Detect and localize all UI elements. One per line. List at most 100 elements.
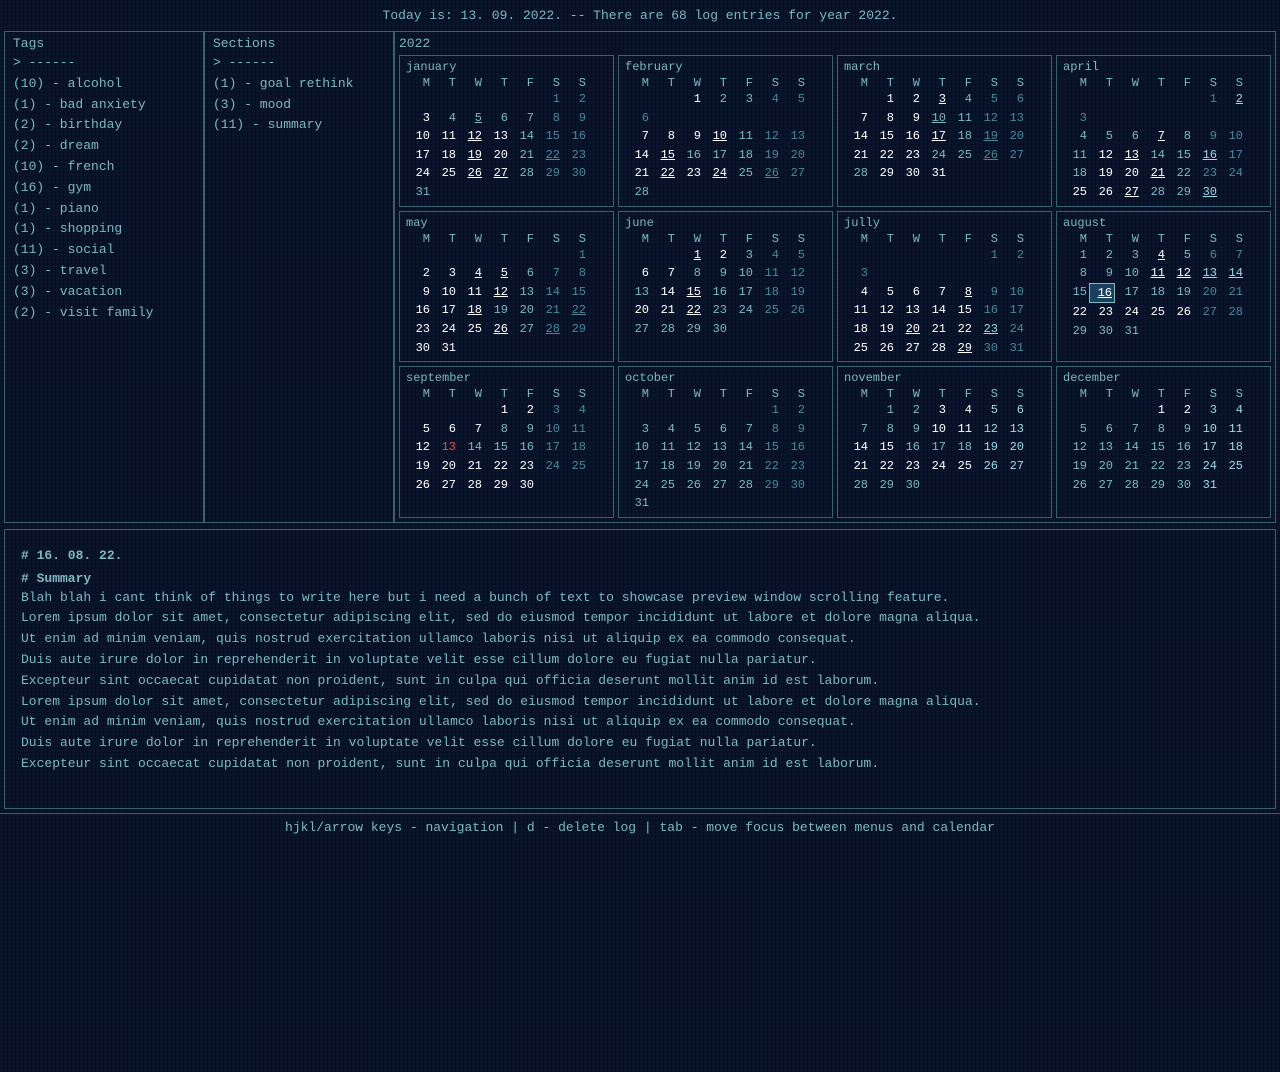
tag-item[interactable]: (2) - birthday: [13, 115, 195, 136]
cal-day[interactable]: 23: [1089, 303, 1115, 322]
cal-day[interactable]: 26: [781, 301, 807, 320]
cal-day[interactable]: 20: [1000, 438, 1026, 457]
cal-day[interactable]: 17: [536, 438, 562, 457]
cal-day[interactable]: 7: [844, 420, 870, 439]
cal-day[interactable]: 2: [562, 90, 588, 109]
cal-day[interactable]: 14: [1115, 438, 1141, 457]
cal-day[interactable]: 28: [625, 183, 651, 202]
cal-day[interactable]: 4: [458, 264, 484, 283]
cal-day[interactable]: 7: [536, 264, 562, 283]
cal-day[interactable]: 2: [406, 264, 432, 283]
cal-day[interactable]: 22: [1141, 457, 1167, 476]
cal-day[interactable]: 9: [406, 283, 432, 302]
cal-day[interactable]: 19: [458, 146, 484, 165]
cal-day[interactable]: 13: [432, 438, 458, 457]
cal-day[interactable]: 31: [922, 164, 948, 183]
cal-day[interactable]: 22: [484, 457, 510, 476]
cal-day[interactable]: 22: [948, 320, 974, 339]
cal-day[interactable]: 12: [974, 420, 1000, 439]
cal-day[interactable]: 4: [562, 401, 588, 420]
cal-day[interactable]: 15: [1167, 146, 1193, 165]
cal-day[interactable]: 17: [406, 146, 432, 165]
cal-day[interactable]: 29: [677, 320, 703, 339]
cal-day[interactable]: 1: [1063, 246, 1089, 265]
cal-day[interactable]: 1: [870, 401, 896, 420]
cal-day[interactable]: 26: [870, 339, 896, 358]
cal-day[interactable]: 15: [484, 438, 510, 457]
cal-day[interactable]: 26: [755, 164, 781, 183]
cal-day[interactable]: 28: [651, 320, 677, 339]
cal-day[interactable]: 25: [729, 164, 755, 183]
cal-day[interactable]: 28: [729, 476, 755, 495]
cal-day[interactable]: 1: [870, 90, 896, 109]
cal-day[interactable]: 25: [1219, 457, 1245, 476]
cal-day[interactable]: 1: [677, 246, 703, 265]
cal-day[interactable]: 31: [432, 339, 458, 358]
cal-day[interactable]: 23: [896, 146, 922, 165]
cal-day[interactable]: 31: [1193, 476, 1219, 495]
cal-day[interactable]: 24: [1000, 320, 1026, 339]
cal-day[interactable]: 9: [1089, 264, 1115, 283]
cal-day[interactable]: 19: [484, 301, 510, 320]
cal-day[interactable]: 29: [1063, 322, 1089, 341]
cal-day[interactable]: 5: [1063, 420, 1089, 439]
cal-day[interactable]: 25: [844, 339, 870, 358]
cal-day[interactable]: 11: [729, 127, 755, 146]
cal-day[interactable]: 24: [536, 457, 562, 476]
cal-day[interactable]: 6: [510, 264, 536, 283]
cal-day[interactable]: 30: [406, 339, 432, 358]
cal-day[interactable]: 16: [1193, 146, 1219, 165]
cal-day[interactable]: 4: [755, 90, 781, 109]
cal-day[interactable]: 2: [1167, 401, 1193, 420]
cal-day[interactable]: 11: [948, 420, 974, 439]
cal-day[interactable]: 9: [510, 420, 536, 439]
cal-day[interactable]: 8: [1141, 420, 1167, 439]
cal-day[interactable]: 22: [1167, 164, 1193, 183]
cal-day[interactable]: 1: [974, 246, 1000, 265]
cal-day[interactable]: 15: [870, 438, 896, 457]
cal-day[interactable]: 28: [922, 339, 948, 358]
cal-day[interactable]: 15: [677, 283, 703, 302]
cal-day[interactable]: 26: [1089, 183, 1115, 202]
cal-day[interactable]: 21: [1141, 164, 1167, 183]
cal-day[interactable]: 17: [1193, 438, 1219, 457]
cal-day[interactable]: 13: [896, 301, 922, 320]
cal-day[interactable]: 15: [870, 127, 896, 146]
cal-day[interactable]: 16: [781, 438, 807, 457]
cal-day[interactable]: 16: [1089, 283, 1115, 304]
cal-day[interactable]: 25: [651, 476, 677, 495]
cal-day[interactable]: 6: [896, 283, 922, 302]
cal-day[interactable]: 16: [1167, 438, 1193, 457]
cal-day[interactable]: 16: [510, 438, 536, 457]
cal-day[interactable]: 14: [1219, 264, 1245, 283]
cal-day[interactable]: 24: [922, 457, 948, 476]
cal-day[interactable]: 15: [948, 301, 974, 320]
cal-day[interactable]: 8: [536, 109, 562, 128]
cal-day[interactable]: 7: [1141, 127, 1167, 146]
cal-day[interactable]: 28: [536, 320, 562, 339]
tag-item[interactable]: (10) - alcohol: [13, 74, 195, 95]
cal-day[interactable]: 25: [755, 301, 781, 320]
cal-day[interactable]: 17: [922, 127, 948, 146]
cal-day[interactable]: 12: [406, 438, 432, 457]
tag-item[interactable]: (11) - social: [13, 240, 195, 261]
cal-day[interactable]: 4: [1141, 246, 1167, 265]
cal-day[interactable]: 1: [562, 246, 588, 265]
cal-day[interactable]: 30: [562, 164, 588, 183]
cal-day[interactable]: 3: [729, 90, 755, 109]
cal-day[interactable]: 23: [562, 146, 588, 165]
cal-day[interactable]: 4: [948, 90, 974, 109]
cal-day[interactable]: 14: [651, 283, 677, 302]
cal-day[interactable]: 19: [1089, 164, 1115, 183]
cal-day[interactable]: 23: [406, 320, 432, 339]
cal-day[interactable]: 18: [651, 457, 677, 476]
cal-day[interactable]: 17: [432, 301, 458, 320]
cal-day[interactable]: 25: [1141, 303, 1167, 322]
cal-day[interactable]: 3: [1193, 401, 1219, 420]
cal-day[interactable]: 24: [1193, 457, 1219, 476]
cal-day[interactable]: 10: [729, 264, 755, 283]
cal-day[interactable]: 4: [755, 246, 781, 265]
cal-day[interactable]: 24: [432, 320, 458, 339]
cal-day[interactable]: 30: [1193, 183, 1219, 202]
cal-day[interactable]: 29: [948, 339, 974, 358]
